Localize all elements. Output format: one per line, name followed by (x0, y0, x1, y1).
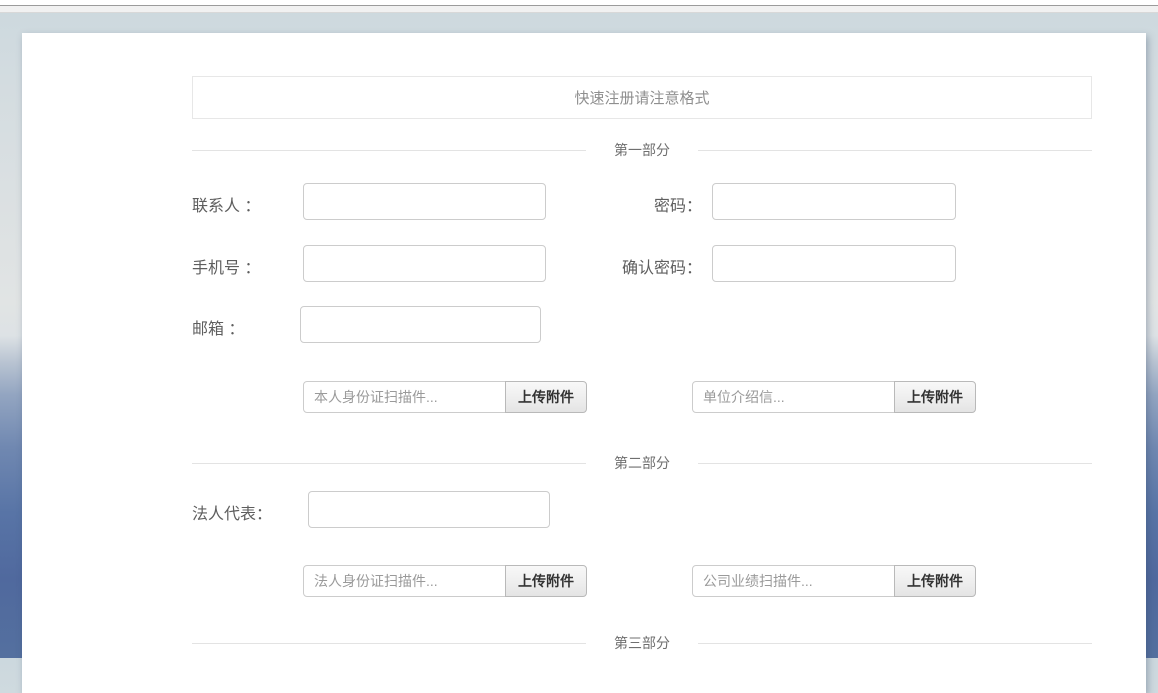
divider-line (192, 463, 586, 464)
section-title-part2: 第二部分 (586, 453, 698, 473)
email-label: 邮箱 ： (192, 315, 244, 339)
company-performance-upload-group: 上传附件 (692, 565, 976, 597)
email-input[interactable] (300, 306, 541, 343)
company-performance-filename-input[interactable] (692, 565, 895, 597)
contact-label: 联系人 ： (192, 192, 260, 216)
password-input[interactable] (712, 183, 956, 220)
section-title-part1: 第一部分 (586, 140, 698, 160)
divider-line (698, 643, 1092, 644)
legal-id-scan-upload-group: 上传附件 (303, 565, 587, 597)
browser-chrome-strip (0, 6, 1158, 13)
phone-input[interactable] (303, 245, 546, 282)
divider-line (698, 463, 1092, 464)
registration-panel: 快速注册请注意格式 第一部分 联系人 ： 密码： 手机号 ： 确认密码： 邮箱 … (22, 33, 1146, 693)
divider-line (698, 150, 1092, 151)
divider-line (192, 150, 586, 151)
contact-input[interactable] (303, 183, 546, 220)
section-title-part3: 第三部分 (586, 633, 698, 653)
legal-representative-input[interactable] (308, 491, 550, 528)
intro-letter-upload-group: 上传附件 (692, 381, 976, 413)
password-label: 密码： (582, 192, 702, 216)
divider-line (192, 643, 586, 644)
section-divider-part2: 第二部分 (192, 453, 1092, 473)
legal-id-scan-filename-input[interactable] (303, 565, 506, 597)
legal-representative-label: 法人代表： (192, 500, 272, 524)
intro-letter-filename-input[interactable] (692, 381, 895, 413)
id-scan-upload-group: 上传附件 (303, 381, 587, 413)
notice-box: 快速注册请注意格式 (192, 76, 1092, 119)
phone-label: 手机号 ： (192, 254, 260, 278)
confirm-password-label: 确认密码： (582, 254, 702, 278)
upload-id-scan-button[interactable]: 上传附件 (505, 381, 587, 413)
id-scan-filename-input[interactable] (303, 381, 506, 413)
upload-intro-letter-button[interactable]: 上传附件 (894, 381, 976, 413)
section-divider-part3: 第三部分 (192, 633, 1092, 653)
section-divider-part1: 第一部分 (192, 140, 1092, 160)
confirm-password-input[interactable] (712, 245, 956, 282)
upload-legal-id-scan-button[interactable]: 上传附件 (505, 565, 587, 597)
upload-company-performance-button[interactable]: 上传附件 (894, 565, 976, 597)
notice-text: 快速注册请注意格式 (574, 87, 709, 108)
